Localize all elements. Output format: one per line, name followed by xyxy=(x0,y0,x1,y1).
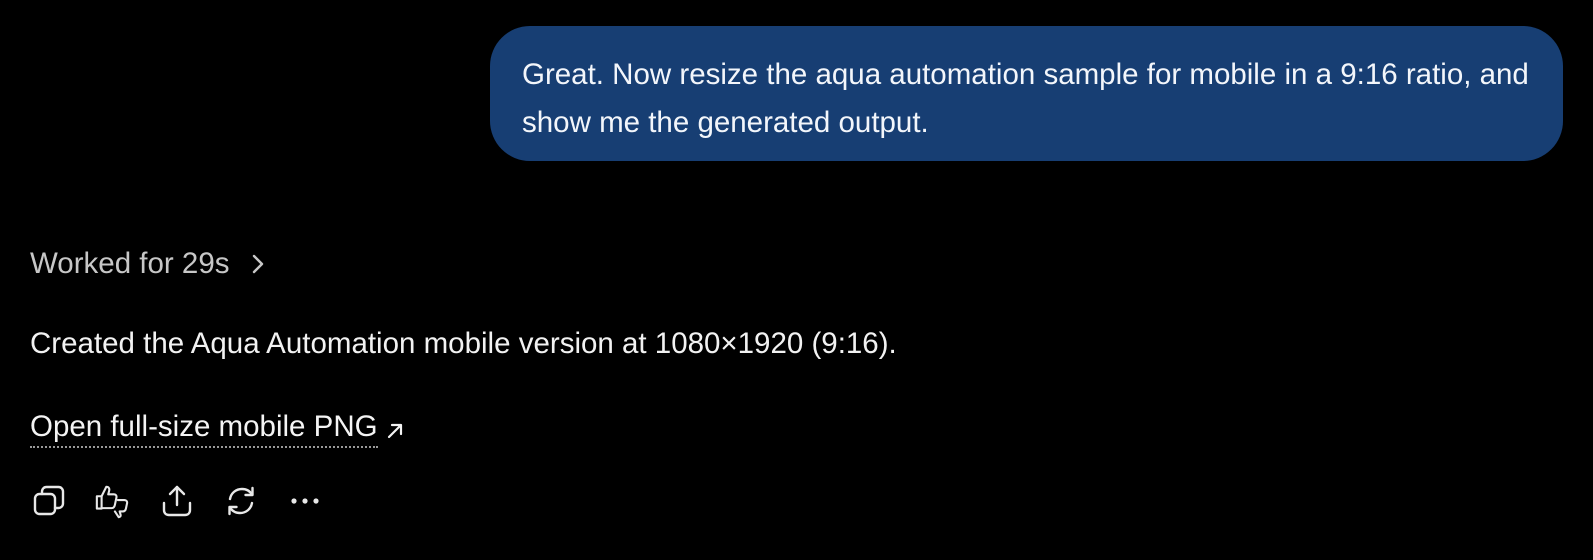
open-full-size-link-text: Open full-size mobile PNG xyxy=(30,409,378,448)
external-arrow-icon xyxy=(384,420,406,442)
chevron-right-icon xyxy=(246,252,268,276)
user-message-bubble: Great. Now resize the aqua automation sa… xyxy=(490,26,1563,161)
more-icon xyxy=(291,498,319,504)
assistant-summary-text: Created the Aqua Automation mobile versi… xyxy=(30,327,897,360)
regenerate-icon xyxy=(228,486,254,516)
share-button[interactable] xyxy=(158,482,196,520)
copy-button[interactable] xyxy=(30,482,68,520)
share-icon xyxy=(162,485,192,517)
more-button[interactable] xyxy=(286,482,324,520)
copy-icon xyxy=(33,485,65,516)
regenerate-button[interactable] xyxy=(222,482,260,520)
chat-page: Great. Now resize the aqua automation sa… xyxy=(0,0,1593,560)
worked-for-toggle[interactable]: Worked for 29s xyxy=(30,246,268,282)
feedback-button[interactable] xyxy=(94,482,132,520)
message-action-bar xyxy=(30,482,324,520)
thumbs-up-down-icon xyxy=(95,485,129,519)
open-full-size-link[interactable]: Open full-size mobile PNG xyxy=(30,409,406,448)
user-message-text: Great. Now resize the aqua automation sa… xyxy=(522,58,1529,139)
worked-for-label: Worked for 29s xyxy=(30,247,230,280)
